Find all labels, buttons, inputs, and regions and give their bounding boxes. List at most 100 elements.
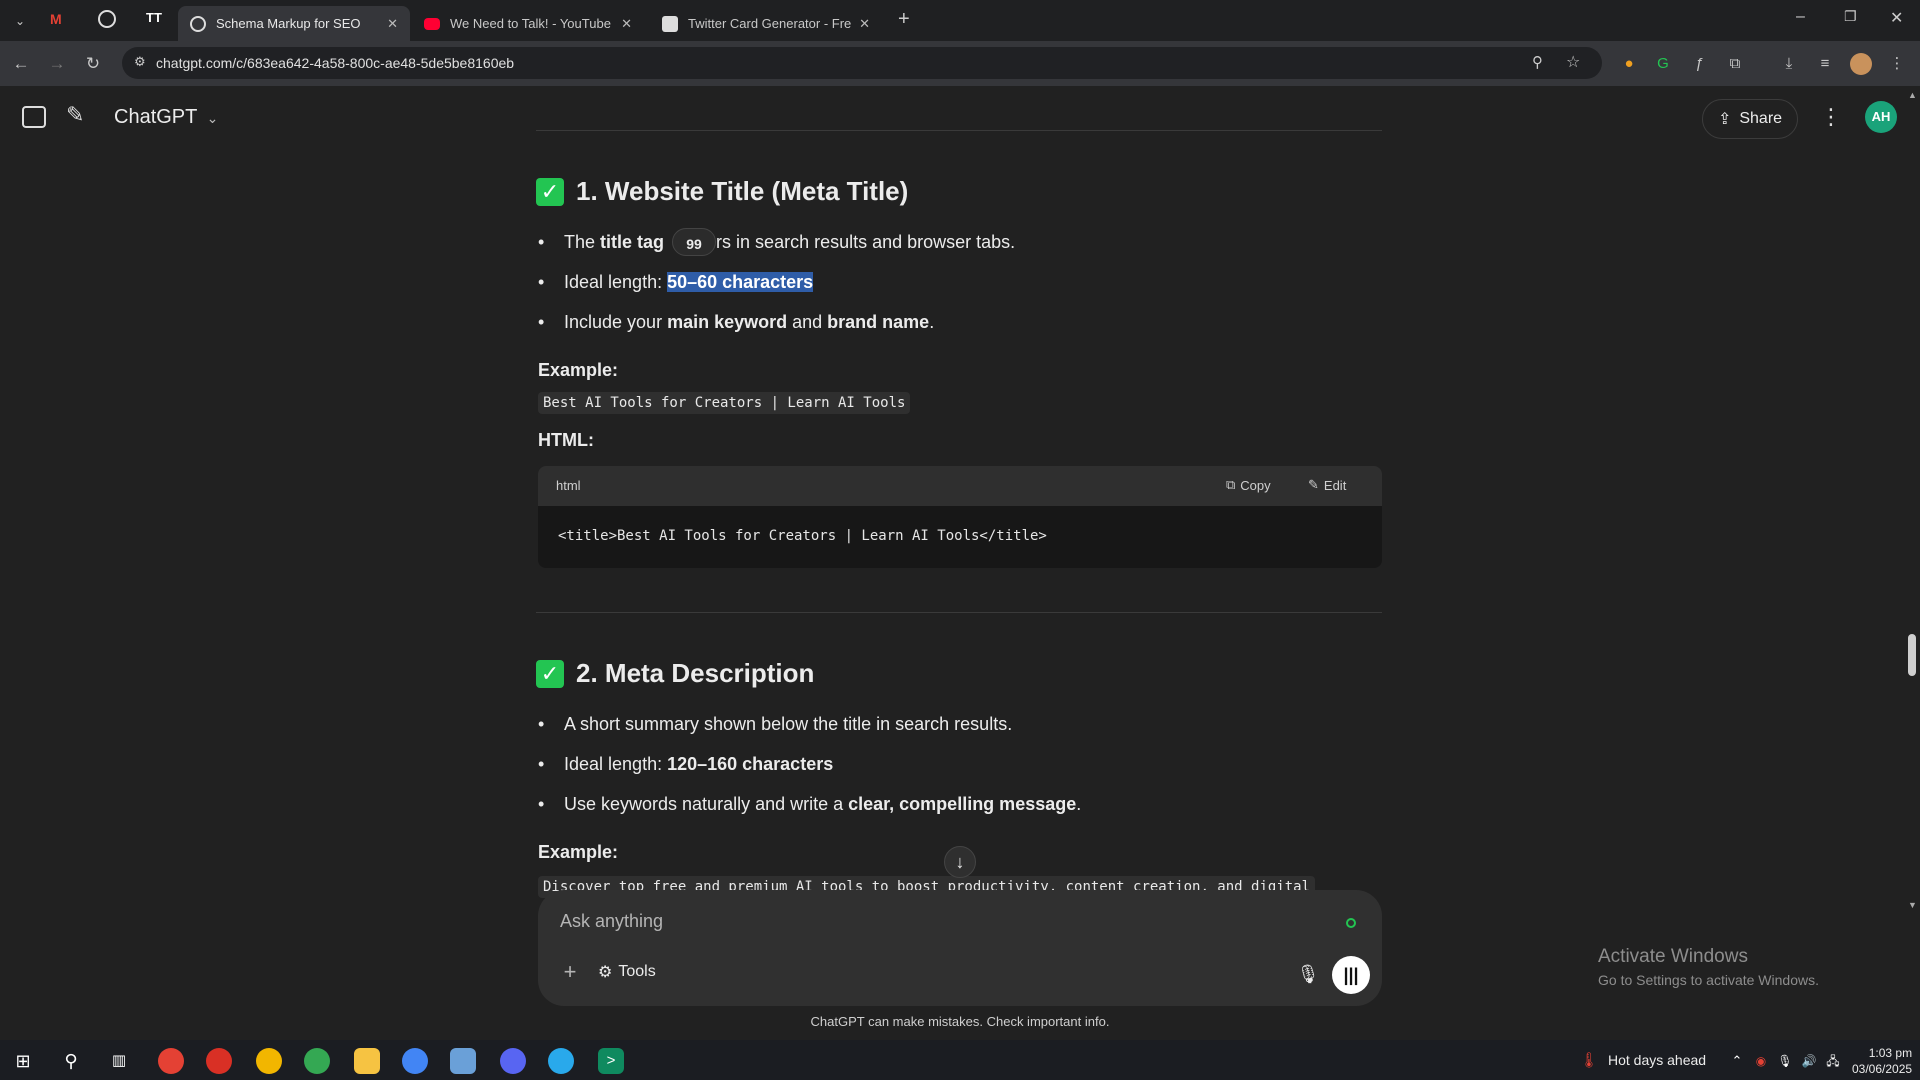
tiktok-icon[interactable]: TT xyxy=(146,10,162,25)
task-view-icon[interactable]: ▥ xyxy=(106,1048,132,1074)
example-label: Example: xyxy=(538,842,619,862)
tools-label: Tools xyxy=(618,963,656,980)
bullet-text: A short summary shown below the title in… xyxy=(564,714,1013,734)
avatar[interactable]: AH xyxy=(1865,101,1897,133)
clock-date: 03/06/2025 xyxy=(1852,1062,1913,1076)
sliders-icon: ⚙ xyxy=(598,964,613,981)
whatsapp-icon[interactable] xyxy=(98,10,116,28)
thermometer-icon[interactable]: 🌡 xyxy=(1576,1048,1602,1074)
scroll-to-bottom-button[interactable]: ↓ xyxy=(944,846,976,878)
windows-start-icon[interactable]: ⊞ xyxy=(10,1048,36,1074)
close-window-button[interactable]: ✕ xyxy=(1890,8,1903,28)
terminal-icon[interactable]: > xyxy=(598,1048,624,1074)
discord-icon[interactable] xyxy=(500,1048,526,1074)
tab-twitter-card[interactable]: Twitter Card Generator - Free T ✕ xyxy=(650,6,882,41)
omnibox[interactable]: ⚙ chatgpt.com/c/683ea642-4a58-800c-ae48-… xyxy=(122,47,1602,79)
gmail-icon[interactable]: M xyxy=(50,12,68,26)
tab-label: Twitter Card Generator - Free T xyxy=(688,16,852,31)
section-heading: ✓ 1. Website Title (Meta Title) xyxy=(536,176,908,207)
share-button[interactable]: ⇪ Share xyxy=(1702,99,1798,139)
notepad-icon[interactable] xyxy=(450,1048,476,1074)
example-label: Example: xyxy=(538,360,619,380)
code-block-header: html ⧉ Copy ✎ Edit xyxy=(538,466,1382,506)
sidebar-toggle-icon[interactable] xyxy=(22,106,46,128)
file-explorer-icon[interactable] xyxy=(354,1048,380,1074)
edit-icon: ✎ xyxy=(1308,477,1319,492)
divider xyxy=(536,612,1382,613)
close-icon[interactable]: ✕ xyxy=(387,16,398,32)
chrome-icon[interactable] xyxy=(304,1048,330,1074)
taskbar: ⊞ ⚲ ▥ > 🌡 Hot days ahead ⌃ ◉ 🎙 🔊 🖧 1:03 … xyxy=(0,1040,1920,1080)
example-code: Best AI Tools for Creators | Learn AI To… xyxy=(538,392,911,414)
microphone-icon[interactable]: 🎙 xyxy=(1772,1048,1798,1074)
scrollbar-thumb[interactable] xyxy=(1908,634,1916,676)
new-tab-button[interactable]: + xyxy=(898,8,910,31)
copy-label: Copy xyxy=(1240,477,1271,493)
code-block: html ⧉ Copy ✎ Edit <title>Best AI Tools … xyxy=(538,466,1382,568)
chrome-icon[interactable] xyxy=(158,1048,184,1074)
model-selector[interactable]: ChatGPT ⌄ xyxy=(114,106,218,129)
bullet-pre: Include your xyxy=(564,312,668,332)
weather-text[interactable]: Hot days ahead xyxy=(1608,1052,1706,1068)
voice-mode-button[interactable]: ||| xyxy=(1332,956,1370,994)
minimize-button[interactable]: – xyxy=(1796,8,1805,26)
close-icon[interactable]: ✕ xyxy=(859,16,870,32)
search-icon[interactable]: ⚲ xyxy=(58,1048,84,1074)
extension-icon[interactable]: ● xyxy=(1618,53,1640,75)
generic-page-icon xyxy=(662,15,678,32)
edit-code-button[interactable]: ✎ Edit xyxy=(1308,477,1346,493)
more-options-icon[interactable]: ⋮ xyxy=(1820,104,1842,130)
network-icon[interactable]: 🖧 xyxy=(1820,1048,1846,1074)
telegram-icon[interactable] xyxy=(548,1048,574,1074)
copy-code-button[interactable]: ⧉ Copy xyxy=(1226,477,1271,493)
download-icon[interactable]: ⤓ xyxy=(1778,53,1800,75)
restore-button[interactable]: ❐ xyxy=(1844,8,1857,25)
new-chat-icon[interactable]: ✎ xyxy=(66,102,84,128)
browser-menu-icon[interactable]: ⋮ xyxy=(1886,53,1908,75)
back-button[interactable]: ← xyxy=(8,51,34,77)
media-control-icon[interactable]: ≡ xyxy=(1814,53,1836,75)
prompt-input[interactable] xyxy=(560,906,1260,936)
section-heading: ✓ 2. Meta Description xyxy=(536,658,814,689)
profile-icon[interactable] xyxy=(1850,53,1872,75)
microphone-button[interactable]: 🎙 xyxy=(1294,960,1322,988)
bullet-pre: Use keywords naturally and write a xyxy=(564,794,849,814)
tab-search-icon[interactable]: ⌄ xyxy=(10,11,30,31)
chrome-icon[interactable] xyxy=(256,1048,282,1074)
tab-youtube[interactable]: We Need to Talk! - YouTube ✕ xyxy=(412,6,644,41)
forward-button[interactable]: → xyxy=(44,51,70,77)
chrome-icon[interactable] xyxy=(206,1048,232,1074)
list-item: Include your main keyword and brand name… xyxy=(538,312,934,333)
app-title: ChatGPT xyxy=(114,106,197,128)
zoom-icon[interactable]: ⚲ xyxy=(1532,53,1543,71)
bullet-pre: The xyxy=(564,232,601,252)
site-info-icon[interactable]: ⚙ xyxy=(134,54,146,70)
system-clock[interactable]: 1:03 pm 03/06/2025 xyxy=(1852,1045,1912,1077)
reload-button[interactable]: ↻ xyxy=(80,51,106,77)
quote-reply-button[interactable]: 99 xyxy=(672,228,716,256)
close-icon[interactable]: ✕ xyxy=(621,16,632,32)
tab-schema-markup[interactable]: Schema Markup for SEO ✕ xyxy=(178,6,410,41)
check-mark-icon: ✓ xyxy=(536,659,564,688)
activate-windows-title: Activate Windows xyxy=(1598,946,1748,967)
section-heading-text: 1. Website Title (Meta Title) xyxy=(576,176,909,206)
url-text[interactable]: chatgpt.com/c/683ea642-4a58-800c-ae48-5d… xyxy=(156,55,514,71)
chrome-icon[interactable] xyxy=(402,1048,428,1074)
add-attachment-button[interactable]: + xyxy=(556,958,584,986)
list-item: The title tag rs in search results and br… xyxy=(538,232,1015,253)
chevron-up-icon[interactable]: ⌃ xyxy=(1724,1048,1750,1074)
scroll-down-arrow[interactable]: ▼ xyxy=(1908,900,1917,910)
selected-text[interactable]: 50–60 characters xyxy=(667,272,814,292)
script-extension-icon[interactable]: ƒ xyxy=(1688,53,1710,75)
speaker-icon[interactable]: 🔊 xyxy=(1796,1048,1822,1074)
scroll-up-arrow[interactable]: ▲ xyxy=(1908,90,1917,100)
bullet-post: . xyxy=(1076,794,1082,814)
bookmark-star-icon[interactable]: ☆ xyxy=(1566,52,1580,72)
check-mark-icon: ✓ xyxy=(536,177,564,206)
grammarly-icon[interactable]: G xyxy=(1652,53,1674,75)
tools-button[interactable]: ⚙ Tools xyxy=(598,958,656,986)
share-label: Share xyxy=(1739,110,1783,127)
puzzle-icon[interactable]: ⧉ xyxy=(1724,53,1746,75)
copy-icon: ⧉ xyxy=(1226,477,1236,492)
recording-icon[interactable]: ◉ xyxy=(1748,1048,1774,1074)
